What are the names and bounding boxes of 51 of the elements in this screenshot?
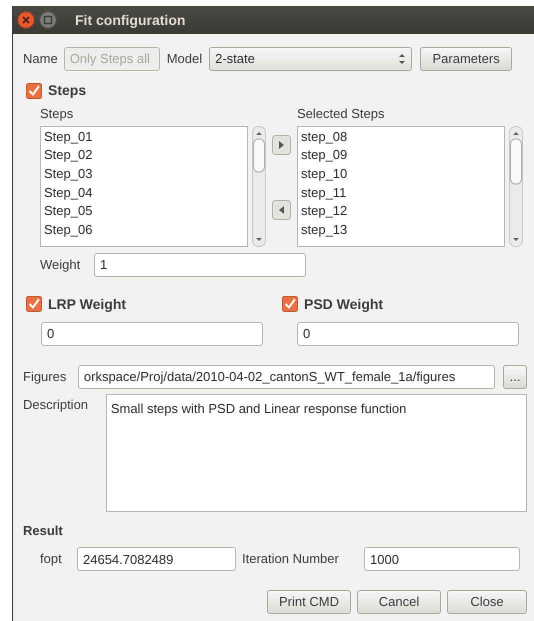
checkbox[interactable] <box>26 82 42 98</box>
fopt-field[interactable]: 24654.7082489 <box>77 547 236 571</box>
right-arrow-button[interactable] <box>272 134 291 154</box>
field-label: Model <box>166 50 202 68</box>
list-item[interactable]: Step_06 <box>44 220 247 240</box>
list-item[interactable]: step_13 <box>301 220 504 240</box>
button[interactable]: Parameters <box>420 46 512 70</box>
list-item[interactable]: step_09 <box>301 146 504 165</box>
weight-field[interactable]: 0 <box>297 322 519 346</box>
list-item[interactable]: step_08 <box>301 128 504 146</box>
left-arrow-button[interactable] <box>272 200 291 220</box>
list-item[interactable]: step_10 <box>301 164 504 184</box>
window-title: Fit configuration <box>75 10 186 30</box>
figures-field[interactable]: orkspace/Proj/data/2010-04-02_cantonS_WT_female_1a/figures <box>78 364 496 388</box>
button[interactable]: Cancel <box>357 590 441 614</box>
section-title: Result <box>23 522 63 540</box>
step-list[interactable]: Step_01 Step_02 Step_03 Step_04 Step_05 Step_06 <box>40 126 248 246</box>
checkbox-label: LRP Weight <box>48 294 126 314</box>
list-item[interactable]: Step_01 <box>44 128 247 146</box>
model-dropdown[interactable]: 2-state <box>209 46 412 70</box>
field-label: Figures <box>23 368 68 386</box>
field-label: Name <box>23 50 58 68</box>
weight-field[interactable]: 1 <box>94 252 306 276</box>
checkbox[interactable] <box>282 296 298 312</box>
button[interactable]: Print CMD <box>267 590 351 614</box>
list-item[interactable]: Step_04 <box>44 184 247 202</box>
button[interactable]: Close <box>447 590 527 614</box>
weight-field[interactable]: 0 <box>41 322 263 346</box>
field-label: Iteration Number <box>242 550 340 568</box>
iteration-field[interactable]: 1000 <box>364 547 520 571</box>
scrollbar[interactable] <box>252 126 266 246</box>
checkbox[interactable] <box>26 296 42 312</box>
list-label: Steps <box>40 105 74 123</box>
button[interactable]: ... <box>503 364 527 388</box>
list-item[interactable]: step_12 <box>301 202 504 221</box>
spinner-icon <box>398 52 406 64</box>
list-item[interactable]: Step_03 <box>44 164 247 184</box>
checkbox-label: Steps <box>48 81 86 100</box>
checkbox-label: PSD Weight <box>304 294 384 314</box>
scrollbar[interactable] <box>509 126 523 246</box>
field-label: Weight <box>40 256 82 274</box>
maximize-icon[interactable] <box>39 11 57 29</box>
description-field[interactable]: Small steps with PSD and Linear response function <box>106 394 527 512</box>
field-label: fopt <box>40 550 63 568</box>
close-icon[interactable] <box>17 11 35 29</box>
list-item[interactable]: Step_02 <box>44 146 247 165</box>
list-item[interactable]: step_11 <box>301 184 504 202</box>
field-label: Description <box>23 396 90 414</box>
list-label: Selected Steps <box>297 105 384 123</box>
list-item[interactable]: Step_05 <box>44 202 247 221</box>
step-list[interactable]: step_08 step_09 step_10 step_11 step_12 step_13 <box>297 126 505 246</box>
